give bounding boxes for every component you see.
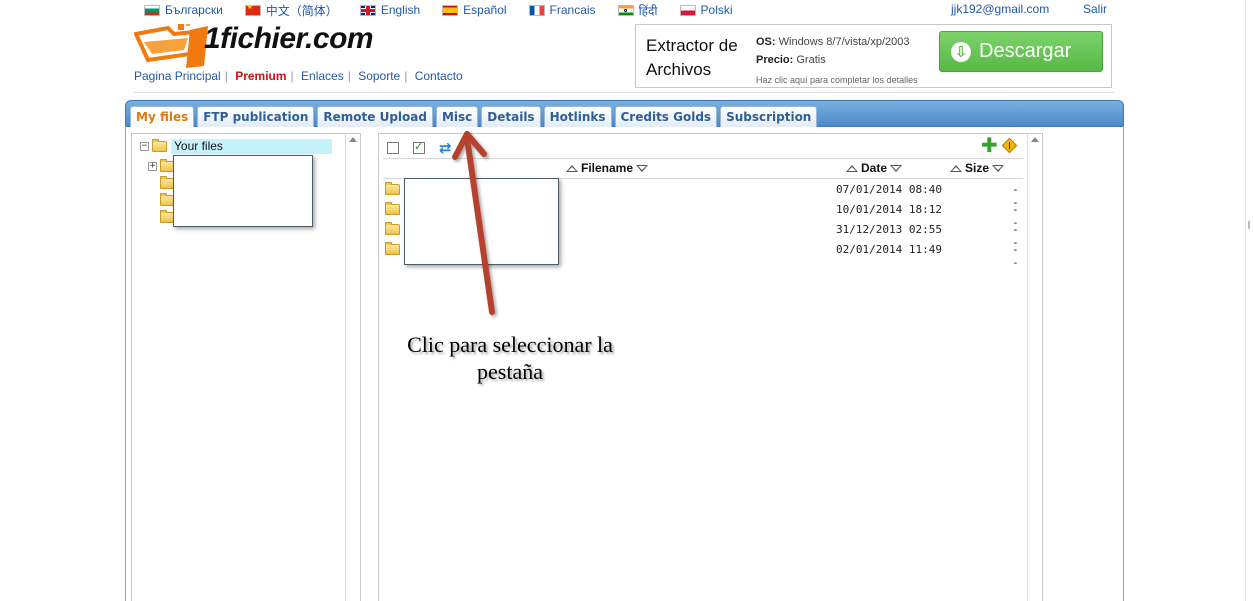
nav-separator: |: [224, 69, 228, 83]
date-column-header[interactable]: Date: [846, 161, 903, 175]
file-date: 02/01/2014 11:49: [836, 243, 942, 256]
select-all-checkbox[interactable]: [413, 140, 425, 154]
ad-os-value: Windows 8/7/vista/xp/2003: [778, 36, 910, 48]
tree-root[interactable]: − Your files: [140, 139, 332, 154]
folder-tree-pane: − Your files +: [131, 133, 361, 601]
select-none-checkbox[interactable]: [387, 142, 399, 154]
tab-remote-upload[interactable]: Remote Upload: [317, 106, 433, 127]
tree-scrollbar[interactable]: [345, 134, 360, 601]
lang-bulgarian[interactable]: Български: [144, 2, 223, 18]
redacted-folder-names: [173, 155, 313, 227]
header-divider: [134, 92, 1114, 93]
folder-open-icon: [152, 139, 167, 152]
lang-english[interactable]: English: [359, 2, 420, 18]
folder-icon: [385, 222, 400, 235]
nav-home-link[interactable]: Pagina Principal: [134, 69, 221, 83]
sort-desc-icon[interactable]: [636, 164, 649, 172]
ad-price-label: Precio:: [756, 54, 794, 66]
tab-credits-golds[interactable]: Credits Golds: [614, 106, 718, 127]
lang-french[interactable]: Francais: [528, 2, 596, 18]
ad-banner[interactable]: Extractor de Archivos OS: Windows 8/7/vi…: [635, 24, 1112, 88]
nav-support-link[interactable]: Soporte: [358, 69, 400, 83]
logout-link[interactable]: Salir: [1083, 2, 1107, 16]
filename-column-header[interactable]: Filename: [566, 161, 649, 175]
tab-subscription[interactable]: Subscription: [720, 106, 818, 127]
download-arrow-icon: ⇩: [951, 41, 971, 62]
file-column-headers: Filename Date Size: [383, 158, 1023, 179]
refresh-icon[interactable]: ⇄: [439, 139, 452, 157]
scroll-up-arrow-icon[interactable]: [1031, 137, 1039, 142]
nav-separator: |: [347, 69, 351, 83]
annotation-text: Clic para seleccionar la pestaña: [407, 332, 613, 384]
tab-ftp-publication[interactable]: FTP publication: [197, 106, 315, 127]
folder-icon: [385, 202, 400, 215]
site-logo[interactable]: 1fichier.com: [134, 22, 439, 70]
ad-price-value: Gratis: [796, 54, 826, 66]
file-date: 10/01/2014 18:12: [836, 203, 942, 216]
china-flag-icon: [244, 3, 261, 16]
bulgaria-flag-icon: [144, 4, 160, 16]
file-size: --: [1012, 243, 1019, 269]
file-list-scrollbar[interactable]: [1027, 134, 1042, 601]
lang-polish[interactable]: Polski: [679, 2, 733, 18]
tab-hotlinks[interactable]: Hotlinks: [543, 106, 612, 127]
uk-flag-icon: [359, 4, 376, 16]
ad-title: Extractor de Archivos: [646, 36, 738, 79]
nav-premium-link[interactable]: Premium: [235, 69, 286, 83]
nav-links-link[interactable]: Enlaces: [301, 69, 344, 83]
sort-desc-icon[interactable]: [992, 164, 1005, 172]
file-date: 31/12/2013 02:55: [836, 223, 942, 236]
sort-asc-icon[interactable]: [566, 164, 578, 172]
tree-folder-item[interactable]: +: [148, 159, 175, 172]
tab-details[interactable]: Details: [481, 106, 541, 127]
lang-spanish[interactable]: Español: [442, 2, 507, 18]
tab-bar: My files FTP publication Remote Upload M…: [125, 100, 1124, 127]
size-column-header[interactable]: Size: [950, 161, 1005, 175]
spain-flag-icon: [442, 4, 459, 16]
language-bar: Български 中文（简体） English Español Francai…: [144, 2, 755, 18]
main-nav: Pagina Principal | Premium | Enlaces | Sopo…: [134, 69, 463, 83]
sort-asc-icon[interactable]: [846, 164, 858, 172]
user-email-link[interactable]: jjk192@gmail.com: [951, 2, 1049, 16]
page-scroll-marker: [1248, 221, 1250, 229]
nav-contact-link[interactable]: Contacto: [415, 69, 463, 83]
tab-misc[interactable]: Misc: [435, 106, 479, 127]
file-toolbar: ⇄: [387, 139, 452, 157]
lang-hindi[interactable]: हिंदी: [617, 2, 658, 18]
ad-hint: Haz clic aquí para completar los detalle…: [756, 75, 918, 85]
tab-my-files[interactable]: My files: [130, 106, 195, 127]
poland-flag-icon: [679, 4, 696, 16]
ad-details: OS: Windows 8/7/vista/xp/2003 Precio: Gr…: [756, 33, 918, 89]
expand-icon[interactable]: +: [148, 162, 157, 171]
scroll-up-arrow-icon[interactable]: [349, 137, 357, 142]
ad-os-label: OS:: [756, 36, 776, 48]
sort-desc-icon[interactable]: [890, 164, 903, 172]
settings-icon[interactable]: [1001, 137, 1018, 154]
logo-folder-icon: [134, 24, 208, 68]
lang-chinese[interactable]: 中文（简体）: [244, 2, 338, 18]
tree-root-label[interactable]: Your files: [171, 139, 332, 154]
nav-separator: |: [290, 69, 294, 83]
france-flag-icon: [528, 4, 545, 16]
download-button-label: Descargar: [979, 40, 1072, 62]
download-button[interactable]: ⇩ Descargar: [939, 31, 1103, 72]
folder-icon: [385, 182, 400, 195]
collapse-icon[interactable]: −: [140, 142, 149, 151]
sort-asc-icon[interactable]: [950, 164, 962, 172]
file-date: 07/01/2014 08:40: [836, 183, 942, 196]
redacted-file-names: [404, 178, 559, 265]
india-flag-icon: [617, 4, 634, 16]
folder-icon: [385, 242, 400, 255]
nav-separator: |: [404, 69, 408, 83]
add-folder-icon[interactable]: ✚: [981, 136, 998, 156]
logo-text: 1fichier.com: [204, 22, 374, 55]
page-divider: [1245, 0, 1246, 601]
